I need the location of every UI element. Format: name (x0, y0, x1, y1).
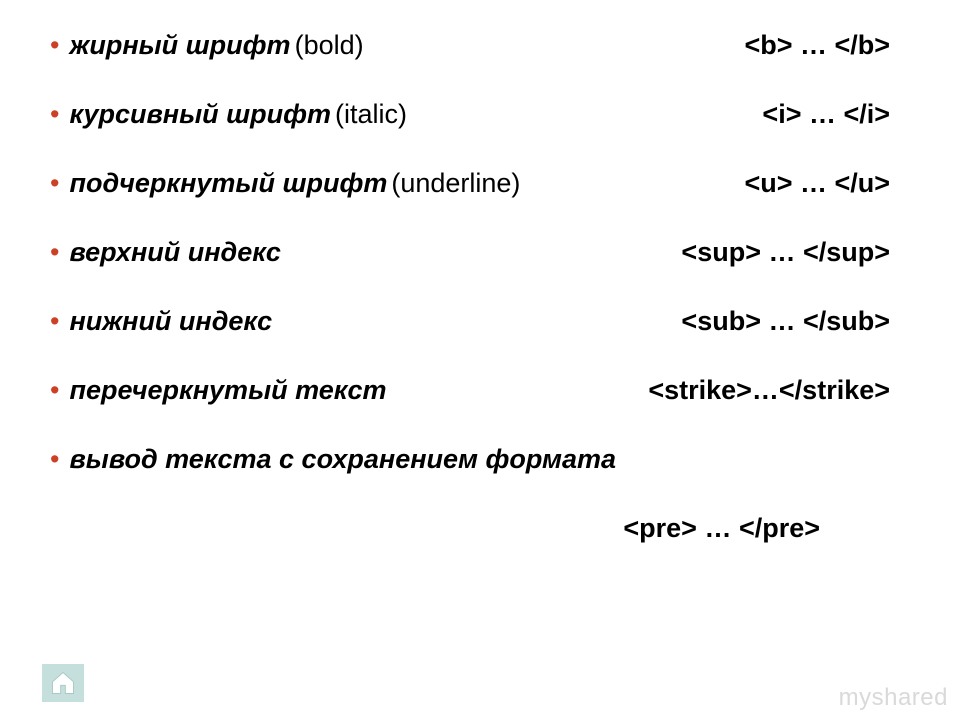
paren-text: (italic) (335, 99, 407, 130)
list-item: • перечеркнутый текст <strike>…</strike> (50, 375, 920, 406)
term-text: вывод текста с сохранением формата (69, 444, 616, 475)
term-text: жирный шрифт (69, 30, 290, 61)
term-text: верхний индекс (69, 237, 281, 268)
bullet-icon: • (50, 101, 59, 128)
bullet-icon: • (50, 446, 59, 473)
code-text: <strike>…</strike> (648, 375, 920, 406)
code-text: <u> … </u> (744, 168, 920, 199)
code-text: <sub> … </sub> (681, 306, 920, 337)
list-item: • подчеркнутый шрифт (underline) <u> … <… (50, 168, 920, 199)
watermark: myshared (839, 684, 948, 712)
list-item: • верхний индекс <sup> … </sup> (50, 237, 920, 268)
paren-text: (underline) (391, 168, 520, 199)
list-item: • нижний индекс <sub> … </sub> (50, 306, 920, 337)
term-text: курсивный шрифт (69, 99, 331, 130)
code-text: <sup> … </sup> (681, 237, 920, 268)
list-item: • вывод текста с сохранением формата <pr… (50, 444, 920, 544)
term-text: нижний индекс (69, 306, 272, 337)
home-icon (49, 669, 77, 697)
list-item: • жирный шрифт (bold) <b> … </b> (50, 30, 920, 61)
code-text: <pre> … </pre> (50, 513, 920, 544)
list-item: • курсивный шрифт (italic) <i> … </i> (50, 99, 920, 130)
code-text: <i> … </i> (762, 99, 920, 130)
paren-text: (bold) (295, 30, 364, 61)
code-text: <b> … </b> (744, 30, 920, 61)
bullet-icon: • (50, 308, 59, 335)
home-button[interactable] (42, 664, 84, 702)
bullet-icon: • (50, 377, 59, 404)
bullet-icon: • (50, 170, 59, 197)
bullet-icon: • (50, 239, 59, 266)
term-text: перечеркнутый текст (69, 375, 386, 406)
slide-content: • жирный шрифт (bold) <b> … </b> • курси… (0, 0, 960, 544)
term-text: подчеркнутый шрифт (69, 168, 387, 199)
bullet-icon: • (50, 32, 59, 59)
